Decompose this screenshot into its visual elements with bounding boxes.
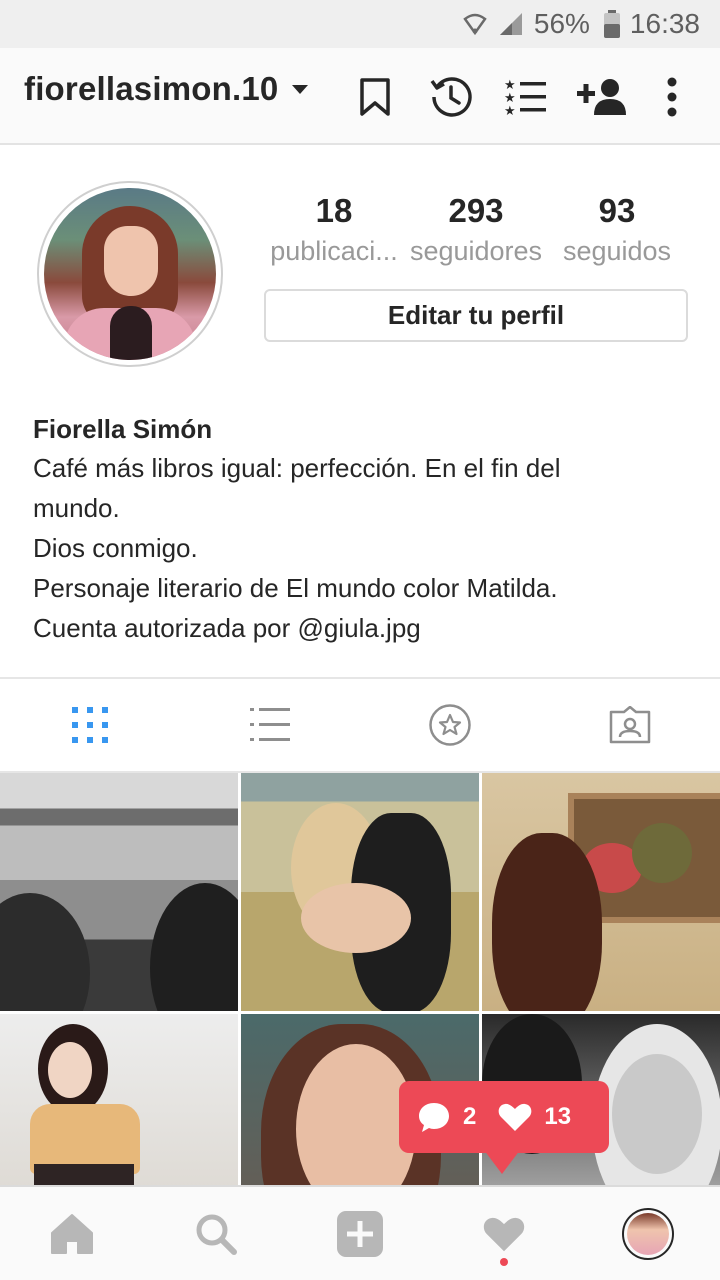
nav-profile[interactable] [576,1187,720,1280]
clock: 16:38 [629,8,700,39]
stat-value: 293 [448,192,504,229]
posts-grid [0,773,720,1185]
profile-avatar-small [622,1207,674,1260]
like-count: 13 [498,1102,571,1132]
stat-followers[interactable]: 293 seguidores [406,192,546,267]
tab-grid[interactable] [0,679,180,771]
bottom-navigation [0,1185,720,1280]
bio: Fiorella Simón Café más libros igual: pe… [33,410,693,648]
close-friends-list-icon[interactable]: ★ ★ ★ [503,74,549,120]
profile-tabs [0,677,720,773]
tab-list[interactable] [180,679,360,771]
tab-saved-collections[interactable] [360,679,540,771]
avatar-photo [44,188,216,360]
chevron-down-icon [292,84,309,94]
activity-indicator-dot [500,1258,508,1266]
heart-icon [499,1103,532,1131]
history-icon[interactable] [428,74,474,120]
bio-line: Dios conmigo. [33,533,198,563]
nav-new-post[interactable] [288,1187,432,1280]
wifi-icon [462,11,488,37]
post-thumbnail[interactable] [241,773,479,1011]
profile-avatar[interactable] [37,181,223,367]
bio-line: mundo. [33,493,120,523]
post-thumbnail[interactable] [482,773,720,1011]
post-thumbnail[interactable] [0,1014,238,1185]
bio-line: Café más libros igual: perfección. En el… [33,453,561,483]
notification-pointer [484,1150,520,1174]
activity-notification-bubble[interactable]: 2 13 [399,1081,609,1153]
comment-bubble-icon [419,1103,449,1132]
profile-header: fiorellasimon.10 ★ ★ ★ [0,48,720,145]
edit-profile-button[interactable]: Editar tu perfil [264,289,688,342]
tab-tagged[interactable] [540,679,720,771]
battery-icon [603,10,620,38]
post-thumbnail[interactable] [0,773,238,1011]
activity-heart-icon [483,1217,525,1251]
stat-following[interactable]: 93 seguidos [547,192,687,267]
stat-label: seguidores [409,236,543,266]
home-icon [51,1213,93,1254]
battery-percent: 56% [533,8,590,39]
stat-label: seguidos [562,236,672,266]
signal-icon [498,11,524,37]
comment-count-value: 2 [463,1103,477,1130]
bookmark-icon[interactable] [352,74,398,120]
stat-value: 18 [315,192,353,229]
search-icon [196,1214,237,1255]
username: fiorellasimon.10 [24,70,279,107]
bio-line: Personaje literario de El mundo color Ma… [33,573,558,603]
status-bar: 56% 16:38 [0,0,720,48]
svg-text:★: ★ [504,103,516,117]
comment-count: 2 [417,1101,476,1133]
like-count-value: 13 [544,1103,572,1130]
stat-label: publicaci... [270,236,398,266]
nav-home[interactable] [0,1187,144,1280]
bio-line[interactable]: Cuenta autorizada por @giula.jpg [33,608,693,648]
stat-posts[interactable]: 18 publicaci... [264,192,404,267]
profile-name: Fiorella Simón [33,414,213,444]
star-circle-icon [429,704,471,746]
tagged-person-icon [609,706,651,744]
account-switcher[interactable]: fiorellasimon.10 [24,70,309,108]
nav-search[interactable] [144,1187,288,1280]
list-icon [250,708,290,741]
add-post-icon [337,1210,383,1257]
grid-icon [72,707,108,743]
nav-activity[interactable] [432,1187,576,1280]
add-person-icon[interactable] [576,74,630,120]
stat-value: 93 [598,192,636,229]
more-options-icon[interactable] [649,74,695,120]
